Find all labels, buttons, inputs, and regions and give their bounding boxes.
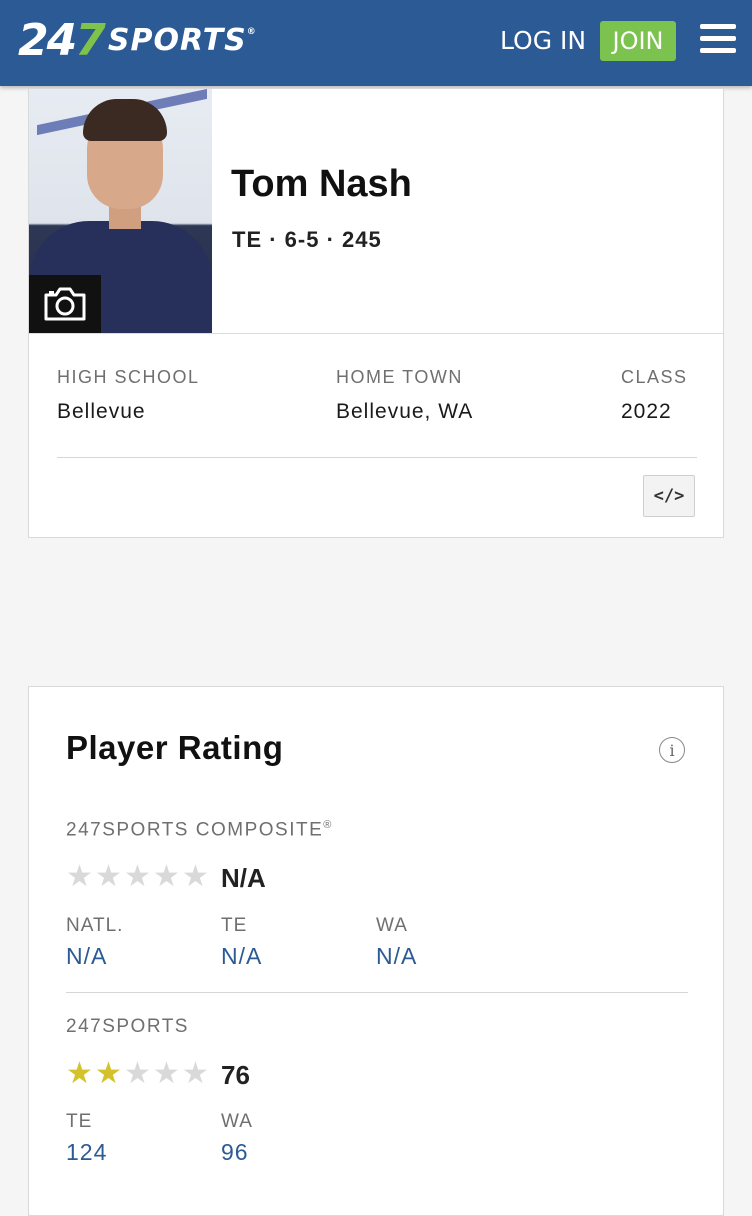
- join-button[interactable]: JOIN: [600, 21, 676, 61]
- star-empty-icon: ★: [124, 860, 151, 893]
- home-town-label: HOME TOWN: [336, 367, 463, 387]
- star-empty-icon: ★: [153, 1057, 180, 1090]
- rank-value-link[interactable]: N/A: [376, 943, 417, 970]
- 247sports-rank-state: WA 96: [221, 1111, 253, 1166]
- high-school-label: HIGH SCHOOL: [57, 367, 200, 387]
- composite-label: 247SPORTS COMPOSITE®: [66, 819, 333, 841]
- camera-icon[interactable]: [29, 275, 101, 333]
- class-value: 2022: [621, 400, 672, 423]
- rank-value-link[interactable]: 96: [221, 1139, 253, 1166]
- rank-value-link[interactable]: N/A: [221, 943, 262, 970]
- divider: [66, 992, 688, 993]
- player-photo[interactable]: [29, 89, 212, 333]
- star-empty-icon: ★: [66, 860, 93, 893]
- logo-digits: 24: [18, 14, 77, 66]
- star-filled-icon: ★: [95, 1057, 122, 1090]
- composite-star-rating: ★ ★ ★ ★ ★: [66, 862, 211, 892]
- composite-rank-state: WA N/A: [376, 915, 418, 970]
- login-link[interactable]: LOG IN: [500, 26, 586, 55]
- hamburger-menu-icon[interactable]: [700, 24, 736, 56]
- player-rating-card: Player Rating i 247SPORTS COMPOSITE® ★ ★ ★…: [28, 686, 724, 1216]
- player-name: Tom Nash: [231, 163, 412, 205]
- logo-registered-mark: ®: [246, 27, 256, 37]
- high-school-info: HIGH SCHOOL Bellevue: [57, 367, 200, 424]
- 247sports-star-rating: ★ ★ ★ ★ ★: [66, 1059, 211, 1089]
- home-town-info: HOME TOWN Bellevue, WA: [336, 367, 473, 424]
- star-filled-icon: ★: [66, 1057, 93, 1090]
- player-profile-card: Tom Nash TE · 6-5 · 245 HIGH SCHOOL Bell…: [28, 88, 724, 538]
- info-icon[interactable]: i: [659, 737, 685, 763]
- composite-rank-natl: NATL. N/A: [66, 915, 124, 970]
- rank-value-link[interactable]: 124: [66, 1139, 107, 1166]
- player-position-height-weight: TE · 6-5 · 245: [232, 227, 382, 252]
- class-info: CLASS 2022: [621, 367, 688, 424]
- logo-digit-seven: 7: [75, 14, 106, 66]
- class-label: CLASS: [621, 367, 688, 387]
- divider: [57, 457, 697, 458]
- rank-value-link[interactable]: N/A: [66, 943, 123, 970]
- home-town-value: Bellevue, WA: [336, 400, 474, 423]
- player-rating-title: Player Rating: [66, 729, 284, 766]
- star-empty-icon: ★: [182, 860, 209, 893]
- top-nav-bar: 247 SPORTS ® LOG IN JOIN: [0, 0, 752, 86]
- star-empty-icon: ★: [182, 1057, 209, 1090]
- logo-word: SPORTS: [107, 22, 247, 58]
- star-empty-icon: ★: [95, 860, 122, 893]
- embed-code-button[interactable]: </>: [643, 475, 695, 517]
- 247sports-rating-label: 247SPORTS: [66, 1016, 189, 1037]
- divider: [29, 333, 723, 334]
- 247sports-logo[interactable]: 247 SPORTS ®: [18, 15, 256, 66]
- 247sports-rank-position: TE 124: [66, 1111, 108, 1166]
- composite-rank-position: TE N/A: [221, 915, 263, 970]
- composite-score: N/A: [221, 863, 266, 893]
- 247sports-score: 76: [221, 1060, 250, 1090]
- star-empty-icon: ★: [124, 1057, 151, 1090]
- high-school-value: Bellevue: [57, 400, 146, 423]
- star-empty-icon: ★: [153, 860, 180, 893]
